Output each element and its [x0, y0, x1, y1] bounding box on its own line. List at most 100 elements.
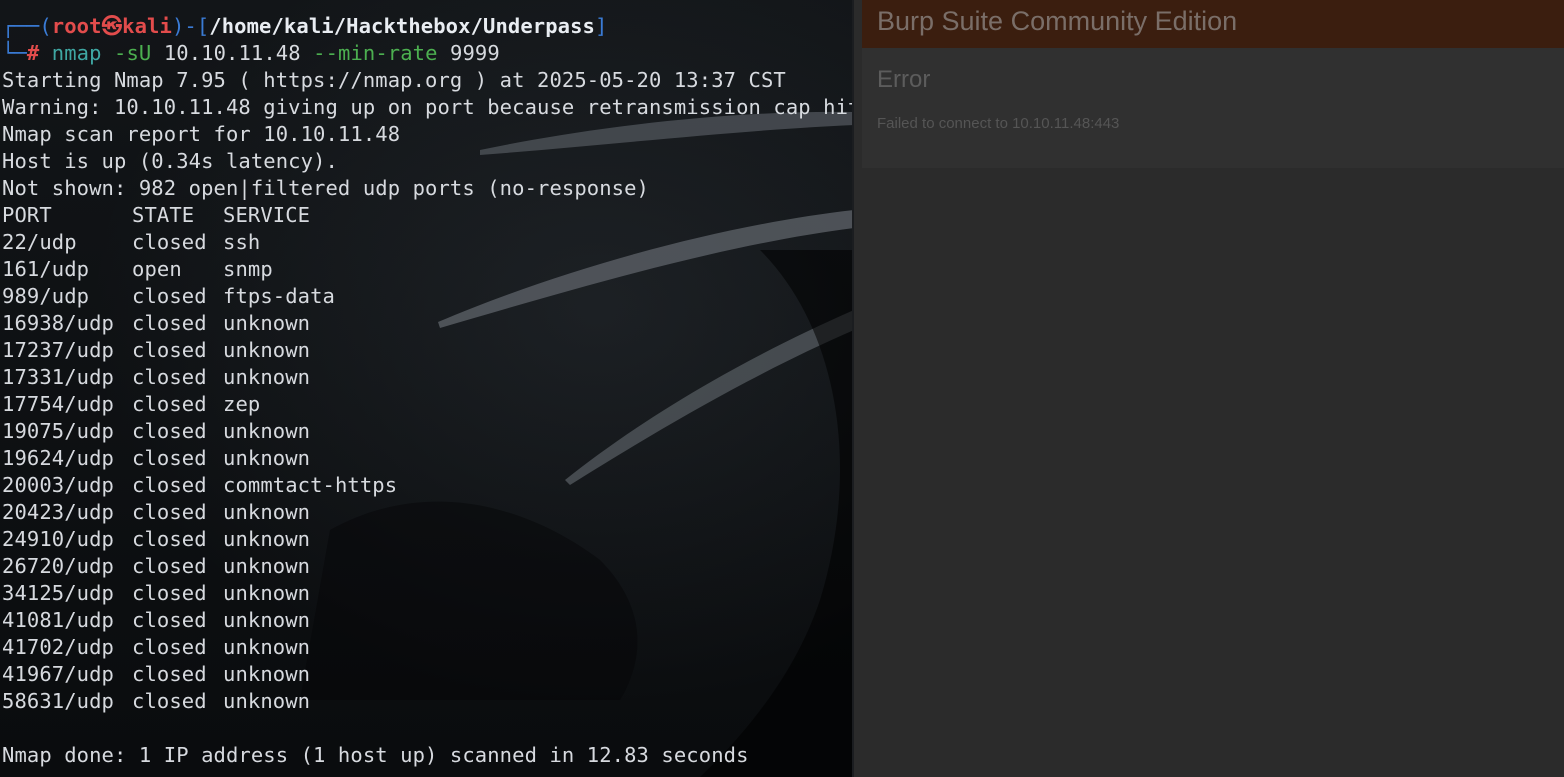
port-cell: 17754/udp: [2, 392, 114, 416]
port-row: 34125/udp closed unknown: [2, 580, 854, 607]
prompt-at-symbol: ㉿: [101, 14, 123, 38]
command-flag-min-rate: --min-rate: [313, 41, 438, 65]
service-cell: zep: [223, 392, 261, 416]
burp-title: Burp Suite Community Edition: [877, 6, 1238, 36]
burp-suite-window[interactable]: Burp Suite Community Edition Error Faile…: [854, 0, 1564, 777]
state-cell: closed: [132, 527, 207, 551]
service-cell: unknown: [223, 635, 311, 659]
command-flag-su: -sU: [114, 41, 152, 65]
burp-error-heading: Error: [877, 66, 931, 93]
port-cell: 20423/udp: [2, 500, 114, 524]
burp-error-panel: Error Failed to connect to 10.10.11.48:4…: [862, 48, 1564, 168]
port-row: 26720/udp closed unknown: [2, 553, 854, 580]
state-cell: closed: [132, 581, 207, 605]
port-cell: 22/udp: [2, 230, 77, 254]
state-cell: closed: [132, 500, 207, 524]
port-cell: 24910/udp: [2, 527, 114, 551]
state-cell: closed: [132, 446, 207, 470]
port-table-header: PORT STATE SERVICE: [2, 202, 854, 229]
state-cell: closed: [132, 284, 207, 308]
port-cell: 16938/udp: [2, 311, 114, 335]
port-row: 58631/udp closed unknown: [2, 688, 854, 715]
port-row: 19075/udp closed unknown: [2, 418, 854, 445]
state-cell: closed: [132, 662, 207, 686]
state-cell: closed: [132, 419, 207, 443]
output-line: Warning: 10.10.11.48 giving up on port b…: [2, 95, 854, 119]
service-cell: unknown: [223, 338, 311, 362]
port-cell: 19624/udp: [2, 446, 114, 470]
port-row: 17331/udp closed unknown: [2, 364, 854, 391]
output-line: Not shown: 982 open|filtered udp ports (…: [2, 176, 649, 200]
port-row: 19624/udp closed unknown: [2, 445, 854, 472]
state-cell: closed: [132, 230, 207, 254]
port-row: 24910/udp closed unknown: [2, 526, 854, 553]
port-row: 989/udp closed ftps-data: [2, 283, 854, 310]
service-cell: unknown: [223, 689, 311, 713]
header-state: STATE: [132, 203, 195, 227]
burp-header-bar: Burp Suite Community Edition: [862, 0, 1564, 48]
port-row: 41081/udp closed unknown: [2, 607, 854, 634]
port-cell: 19075/udp: [2, 419, 114, 443]
port-cell: 20003/udp: [2, 473, 114, 497]
prompt-path: /home/kali/Hackthebox/Underpass: [209, 14, 595, 38]
command-line: └─# nmap -sU 10.10.11.48 --min-rate 9999: [2, 41, 500, 65]
header-port: PORT: [2, 203, 52, 227]
service-cell: unknown: [223, 554, 311, 578]
state-cell: open: [132, 257, 182, 281]
prompt-line: ┌──(root㉿kali)-[/home/kali/Hackthebox/Un…: [2, 14, 608, 38]
port-cell: 58631/udp: [2, 689, 114, 713]
state-cell: closed: [132, 554, 207, 578]
port-cell: 989/udp: [2, 284, 90, 308]
prompt-host: kali: [122, 14, 172, 38]
port-row: 20423/udp closed unknown: [2, 499, 854, 526]
service-cell: unknown: [223, 500, 311, 524]
port-row: 41702/udp closed unknown: [2, 634, 854, 661]
prompt-user: root: [51, 14, 102, 38]
state-cell: closed: [132, 392, 207, 416]
port-row: 17754/udp closed zep: [2, 391, 854, 418]
service-cell: unknown: [223, 581, 311, 605]
port-cell: 34125/udp: [2, 581, 114, 605]
port-cell: 17331/udp: [2, 365, 114, 389]
service-cell: unknown: [223, 365, 311, 389]
port-cell: 41702/udp: [2, 635, 114, 659]
port-cell: 161/udp: [2, 257, 90, 281]
state-cell: closed: [132, 365, 207, 389]
service-cell: ssh: [223, 230, 261, 254]
service-cell: unknown: [223, 527, 311, 551]
state-cell: closed: [132, 338, 207, 362]
command-target: 10.10.11.48: [163, 41, 301, 65]
state-cell: closed: [132, 689, 207, 713]
port-row: 22/udp closed ssh: [2, 229, 854, 256]
output-line: Starting Nmap 7.95 ( https://nmap.org ) …: [2, 68, 786, 92]
output-line: Nmap scan report for 10.10.11.48: [2, 122, 401, 146]
port-cell: 17237/udp: [2, 338, 114, 362]
state-cell: closed: [132, 311, 207, 335]
port-row: 20003/udp closed commtact-https: [2, 472, 854, 499]
command-program: nmap: [51, 41, 102, 65]
state-cell: closed: [132, 635, 207, 659]
port-row: 17237/udp closed unknown: [2, 337, 854, 364]
state-cell: closed: [132, 608, 207, 632]
service-cell: snmp: [223, 257, 273, 281]
output-line: Host is up (0.34s latency).: [2, 149, 338, 173]
service-cell: unknown: [223, 662, 311, 686]
port-row: 41967/udp closed unknown: [2, 661, 854, 688]
service-cell: ftps-data: [223, 284, 335, 308]
port-cell: 41081/udp: [2, 608, 114, 632]
terminal-window[interactable]: ┌──(root㉿kali)-[/home/kali/Hackthebox/Un…: [0, 0, 854, 777]
service-cell: unknown: [223, 608, 311, 632]
service-cell: unknown: [223, 446, 311, 470]
state-cell: closed: [132, 473, 207, 497]
service-cell: unknown: [223, 419, 311, 443]
scan-done-line: Nmap done: 1 IP address (1 host up) scan…: [2, 743, 749, 767]
header-service: SERVICE: [223, 203, 311, 227]
prompt-hash: #: [26, 41, 40, 65]
command-rate: 9999: [450, 41, 500, 65]
service-cell: commtact-https: [223, 473, 398, 497]
port-cell: 26720/udp: [2, 554, 114, 578]
port-cell: 41967/udp: [2, 662, 114, 686]
burp-error-message: Failed to connect to 10.10.11.48:443: [877, 115, 1120, 132]
port-row: 16938/udp closed unknown: [2, 310, 854, 337]
service-cell: unknown: [223, 311, 311, 335]
